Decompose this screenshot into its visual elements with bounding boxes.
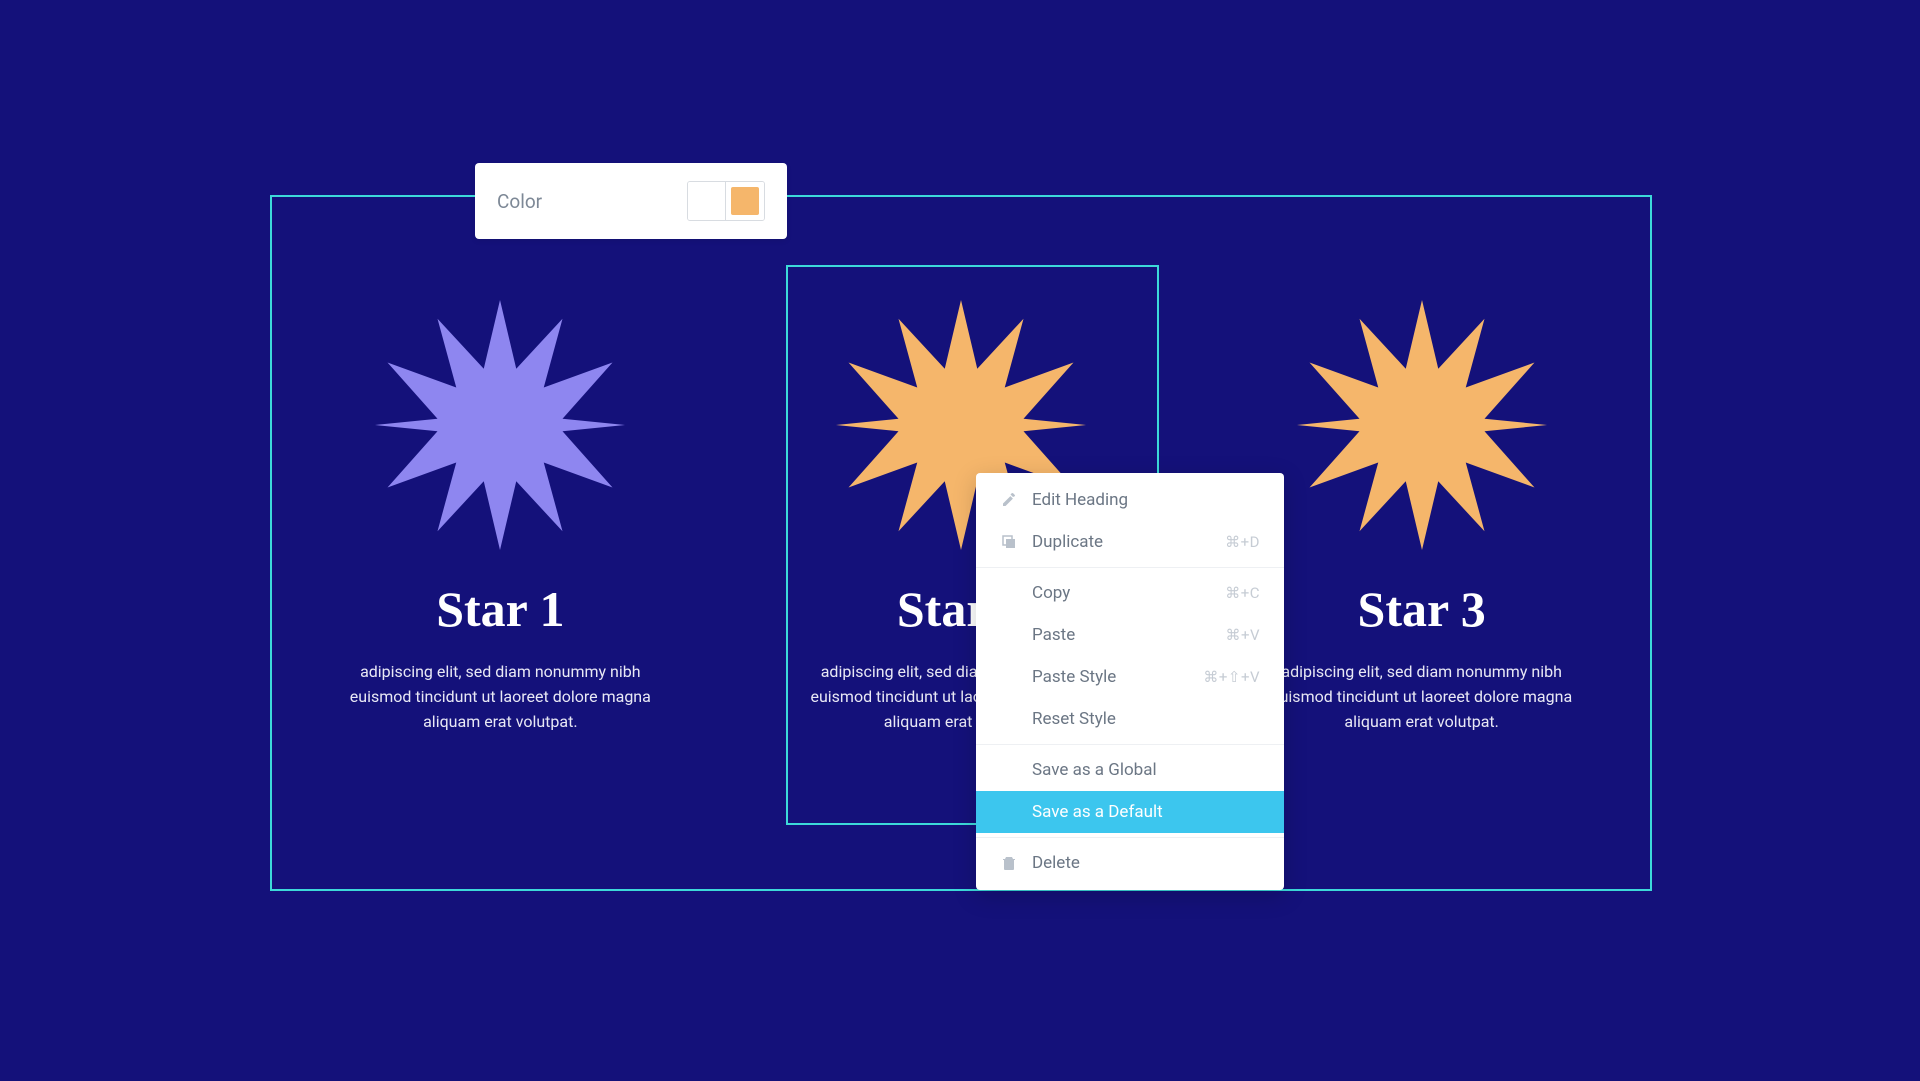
menu-item-reset-style[interactable]: Reset Style bbox=[976, 698, 1284, 740]
trash-icon bbox=[1000, 854, 1018, 872]
color-swatch-group bbox=[687, 181, 765, 221]
menu-item-label: Duplicate bbox=[1032, 532, 1103, 552]
menu-item-paste[interactable]: Paste ⌘+V bbox=[976, 614, 1284, 656]
menu-item-label: Save as a Default bbox=[1032, 802, 1163, 822]
menu-item-label: Save as a Global bbox=[1032, 760, 1157, 780]
menu-shortcut: ⌘+D bbox=[1225, 533, 1260, 551]
menu-shortcut: ⌘+V bbox=[1225, 626, 1260, 644]
menu-item-label: Delete bbox=[1032, 853, 1080, 873]
card-star-1[interactable]: Star 1 adipiscing elit, sed diam nonummy… bbox=[300, 300, 700, 734]
menu-item-label: Paste Style bbox=[1032, 667, 1116, 687]
menu-item-label: Paste bbox=[1032, 625, 1075, 645]
star-icon bbox=[375, 300, 625, 550]
menu-item-label: Reset Style bbox=[1032, 709, 1116, 729]
menu-item-save-global[interactable]: Save as a Global bbox=[976, 749, 1284, 791]
menu-item-label: Edit Heading bbox=[1032, 490, 1128, 510]
color-swatch-white[interactable] bbox=[688, 182, 726, 220]
color-swatch-orange[interactable] bbox=[726, 182, 764, 220]
color-swatch-orange-fill bbox=[731, 187, 759, 215]
card-title: Star 1 bbox=[300, 580, 700, 638]
color-panel: Color bbox=[475, 163, 787, 239]
duplicate-icon bbox=[1000, 533, 1018, 551]
context-menu: Edit Heading Duplicate ⌘+D Copy ⌘+C Past… bbox=[976, 473, 1284, 890]
menu-item-copy[interactable]: Copy ⌘+C bbox=[976, 572, 1284, 614]
menu-divider bbox=[976, 567, 1284, 568]
menu-item-duplicate[interactable]: Duplicate ⌘+D bbox=[976, 521, 1284, 563]
star-icon bbox=[1297, 300, 1547, 550]
menu-item-delete[interactable]: Delete bbox=[976, 842, 1284, 884]
card-row: Star 1 adipiscing elit, sed diam nonummy… bbox=[270, 300, 1652, 734]
pencil-icon bbox=[1000, 491, 1018, 509]
menu-item-label: Copy bbox=[1032, 583, 1070, 603]
color-panel-label: Color bbox=[497, 190, 542, 213]
menu-divider bbox=[976, 837, 1284, 838]
card-desc: adipiscing elit, sed diam nonummy nibh e… bbox=[1262, 660, 1582, 734]
menu-shortcut: ⌘+C bbox=[1225, 584, 1260, 602]
menu-item-edit-heading[interactable]: Edit Heading bbox=[976, 479, 1284, 521]
menu-item-save-default[interactable]: Save as a Default bbox=[976, 791, 1284, 833]
menu-shortcut: ⌘+⇧+V bbox=[1203, 668, 1260, 686]
menu-item-paste-style[interactable]: Paste Style ⌘+⇧+V bbox=[976, 656, 1284, 698]
menu-divider bbox=[976, 744, 1284, 745]
card-desc: adipiscing elit, sed diam nonummy nibh e… bbox=[340, 660, 660, 734]
